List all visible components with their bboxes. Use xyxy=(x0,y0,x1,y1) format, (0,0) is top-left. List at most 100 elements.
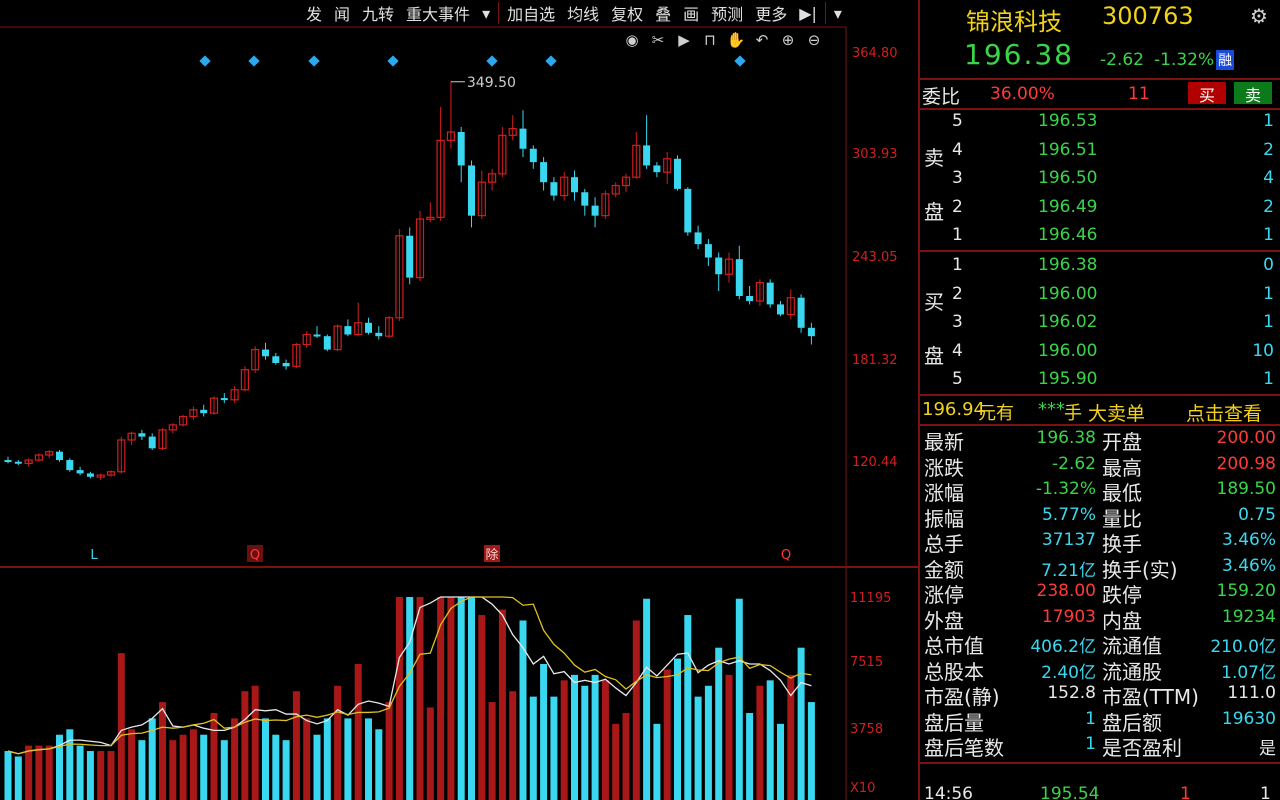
event-diamond-icon xyxy=(308,55,320,67)
tick-flag: 1 xyxy=(1260,784,1271,800)
order-volume: 1 xyxy=(1263,369,1274,389)
big-order-row[interactable]: 196.94 元有 *** 手 大卖单 点击查看 xyxy=(920,397,1280,425)
volume-bar xyxy=(375,729,383,800)
order-volume: 2 xyxy=(1263,196,1274,217)
stats-row: 涨跌 -2.62 最高 200.98 xyxy=(920,452,1280,480)
lock-icon[interactable]: ⊓ xyxy=(700,30,720,50)
event-markers[interactable] xyxy=(199,55,746,67)
stat-value: 196.38 xyxy=(1036,428,1096,448)
stat-value-2: 1.07亿 xyxy=(1221,662,1276,683)
buy-book-row[interactable]: 2 196.00 1 xyxy=(920,281,1280,309)
toolbar-item-13[interactable]: ▾ xyxy=(828,4,848,23)
order-price: 196.51 xyxy=(1038,139,1098,160)
toolbar-item-8[interactable]: 叠 xyxy=(649,1,677,25)
volume-bar xyxy=(468,597,475,800)
stat-value-2: 19234 xyxy=(1221,606,1276,627)
tick-vol: 1 xyxy=(1180,784,1191,800)
sell-book-row[interactable]: 1 196.46 1 xyxy=(920,222,1280,250)
candle-body xyxy=(66,460,74,471)
hand-icon[interactable]: ✋ xyxy=(726,30,746,50)
stats-row: 总股本 2.40亿 流通股 1.07亿 xyxy=(920,656,1280,684)
volume-bar xyxy=(622,712,630,800)
candle-body xyxy=(457,131,465,166)
candle-body xyxy=(694,232,702,245)
volume-bar xyxy=(272,734,280,800)
candle-body xyxy=(777,304,784,315)
toolbar-item-2[interactable]: 九转 xyxy=(356,1,400,25)
play-icon[interactable]: ▶ xyxy=(674,30,694,50)
buy-book-row[interactable]: 4 196.00 10 xyxy=(920,338,1280,366)
candle-body xyxy=(375,332,383,337)
toolbar-item-4[interactable]: ▾ xyxy=(476,4,496,23)
sell-button[interactable]: 卖 xyxy=(1234,82,1272,105)
candle-body xyxy=(519,128,527,149)
kline-chart[interactable]: 364.80 303.93 243.05 181.32 120.44 11195 7515 3… xyxy=(0,0,918,800)
candle-body xyxy=(797,297,805,328)
stats-row: 总市值 406.2亿 流通值 210.0亿 xyxy=(920,630,1280,658)
zoom-out-icon[interactable]: ⊖ xyxy=(804,30,824,50)
stat-value: 1 xyxy=(1085,734,1096,754)
volume-bar xyxy=(447,597,455,800)
tick-price: 195.54 xyxy=(1040,784,1100,800)
quote-panel: 锦浪科技 300763 ⚙ 196.38 -2.62 -1.32% 融 委比 3… xyxy=(920,0,1280,800)
toolbar-item-0[interactable]: 发 xyxy=(300,1,328,25)
buy-book-row[interactable]: 5 195.90 1 xyxy=(920,366,1280,394)
volume-bar xyxy=(674,658,681,800)
chart-marker: L xyxy=(90,548,98,563)
candle-body xyxy=(313,334,321,337)
order-price: 196.00 xyxy=(1038,283,1098,304)
toolbar-item-12[interactable]: ▶| xyxy=(793,4,823,23)
sell-book-row[interactable]: 3 196.50 4 xyxy=(920,165,1280,193)
toolbar-item-10[interactable]: 预测 xyxy=(705,1,749,25)
toolbar-item-3[interactable]: 重大事件 xyxy=(400,1,476,25)
buy-book-row[interactable]: 3 196.02 1 xyxy=(920,309,1280,337)
volume-bar xyxy=(292,691,300,800)
sell-book-row[interactable]: 5 196.53 1 xyxy=(920,108,1280,136)
chart-marker: Q xyxy=(781,548,791,563)
order-price: 196.00 xyxy=(1038,340,1098,361)
candle-body xyxy=(262,349,269,357)
eye-icon[interactable]: ◉ xyxy=(622,30,642,50)
order-volume: 1 xyxy=(1263,111,1274,131)
toolbar-item-9[interactable]: 画 xyxy=(677,1,705,25)
toolbar-item-6[interactable]: 均线 xyxy=(561,1,605,25)
toolbar-item-11[interactable]: 更多 xyxy=(749,1,793,25)
volume-bar xyxy=(643,598,651,800)
sell-side-label-1: 卖 xyxy=(924,146,944,170)
order-price: 196.46 xyxy=(1038,225,1098,245)
candle-body xyxy=(76,470,84,474)
buy-side-label-2: 盘 xyxy=(924,344,944,368)
toolbar-item-1[interactable]: 闻 xyxy=(328,1,356,25)
buy-book-row[interactable]: 1 196.38 0 xyxy=(920,252,1280,280)
volume-bar xyxy=(488,702,496,800)
toolbar-item-7[interactable]: 复权 xyxy=(605,1,649,25)
sell-book-row[interactable]: 2 196.49 2 xyxy=(920,194,1280,222)
tick-time: 14:56 xyxy=(924,784,973,800)
zoom-in-icon[interactable]: ⊕ xyxy=(778,30,798,50)
price-axis-label: 120.44 xyxy=(852,455,898,470)
stat-value: 37137 xyxy=(1041,530,1096,550)
settings-gear-icon[interactable]: ⚙ xyxy=(1250,4,1268,28)
kline-chart-area[interactable]: 364.80 303.93 243.05 181.32 120.44 11195 7515 3… xyxy=(0,0,918,800)
stat-value: -2.62 xyxy=(1052,453,1096,474)
volume-bar xyxy=(323,718,331,800)
volume-axis-label: 3758 xyxy=(850,722,883,737)
candle-body xyxy=(746,296,754,302)
sell-book-row[interactable]: 4 196.51 2 xyxy=(920,137,1280,165)
stat-value: 7.21亿 xyxy=(1041,560,1096,581)
buy-button[interactable]: 买 xyxy=(1188,82,1226,105)
order-level: 2 xyxy=(952,283,963,304)
scissors-icon[interactable]: ✂ xyxy=(648,30,668,50)
big-order-link[interactable]: 点击查看 xyxy=(1186,399,1262,426)
price-change-pct: -1.32% xyxy=(1154,50,1215,70)
volume-bar xyxy=(313,734,321,800)
order-level: 1 xyxy=(952,255,963,275)
big-order-title: 大卖单 xyxy=(1088,403,1146,425)
candle-body xyxy=(4,460,12,463)
stats-row: 最新 196.38 开盘 200.00 xyxy=(920,426,1280,454)
stats-row: 外盘 17903 内盘 19234 xyxy=(920,605,1280,633)
toolbar-item-5[interactable]: 加自选 xyxy=(501,1,561,25)
undo-icon[interactable]: ↶ xyxy=(752,30,772,50)
volume-bar xyxy=(179,734,187,800)
toolbar-separator xyxy=(498,2,500,24)
